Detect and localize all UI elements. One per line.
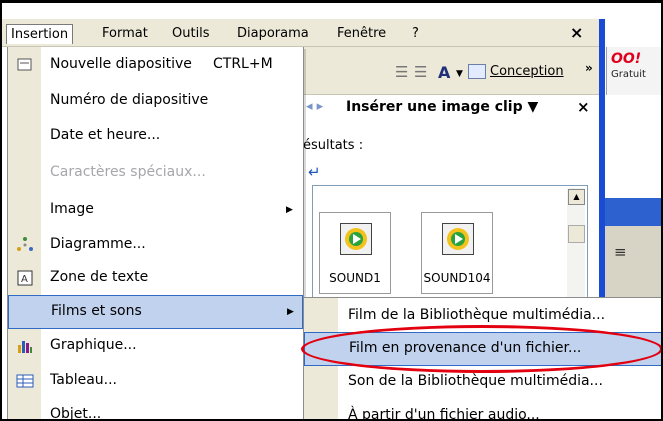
menu-item-tableau[interactable]: Tableau... (8, 365, 303, 399)
menu-item-label: Numéro de diapositive (50, 92, 209, 108)
clip-label: SOUND104 (423, 271, 491, 285)
sound-clip-icon (340, 223, 372, 255)
yahoo-gratuit-label: Gratuit (611, 69, 646, 80)
submenu-arrow-icon: ▶ (286, 205, 293, 215)
task-pane-nav-icon[interactable]: ◂ ▸ (306, 99, 323, 114)
menu-item-label: Films et sons (51, 303, 142, 319)
menu-help[interactable]: ? (412, 24, 419, 44)
toolbar-overflow-icon[interactable]: » (585, 61, 593, 75)
menu-bar: Insertion Format Outils Diaporama Fenêtr… (2, 19, 602, 47)
menu-item-label: Diagramme... (50, 236, 146, 252)
menu-item-label: Caractères spéciaux... (50, 164, 206, 180)
table-icon (16, 372, 34, 390)
submenu-item-fichier-audio[interactable]: À partir d'un fichier audio... (304, 400, 661, 421)
submenu-item-label: Son de la Bibliothèque multimédia... (348, 373, 603, 389)
menu-item-films-sons[interactable]: Films et sons ▶ (8, 295, 303, 329)
task-pane-title[interactable]: Insérer une image clip ▼ (346, 99, 538, 115)
menu-item-numero-diapositive[interactable]: Numéro de diapositive (8, 85, 303, 119)
menu-item-image[interactable]: Image ▶ (8, 194, 303, 228)
menu-insertion[interactable]: Insertion (6, 24, 74, 44)
slide-area-header (605, 198, 661, 226)
menu-item-label: Date et heure... (50, 127, 161, 143)
sound-clip-icon (442, 223, 474, 255)
design-icon[interactable] (468, 64, 486, 79)
clip-gallery: SOUND1 SOUND104 (312, 185, 588, 300)
menu-diaporama[interactable]: Diaporama (237, 24, 309, 44)
menu-item-label: Objet... (50, 406, 102, 421)
menu-item-date-heure[interactable]: Date et heure... (8, 120, 303, 154)
conception-button[interactable]: Conception (490, 61, 564, 83)
task-pane-close-button[interactable]: × (577, 98, 590, 116)
submenu-arrow-icon: ▶ (287, 307, 294, 317)
align-icon[interactable]: ≡ (614, 243, 627, 261)
diagram-icon (16, 236, 34, 254)
submenu-item-label: À partir d'un fichier audio... (348, 407, 540, 421)
menu-item-label: Graphique... (50, 337, 137, 353)
menu-item-objet[interactable]: Objet... (8, 399, 303, 421)
decrease-indent-icon[interactable]: ☰ (395, 63, 408, 81)
menu-outils[interactable]: Outils (172, 24, 210, 44)
menu-item-nouvelle-diapositive[interactable]: Nouvelle diapositive CTRL+M (8, 49, 303, 83)
new-slide-icon (16, 56, 34, 74)
menu-item-label: Nouvelle diapositive (50, 56, 192, 72)
menu-item-label: Zone de texte (50, 269, 149, 285)
submenu-item-label: Film de la Bibliothèque multimédia... (348, 307, 606, 323)
increase-indent-icon[interactable]: ☰ (414, 63, 427, 81)
insertion-menu: Nouvelle diapositive CTRL+M Numéro de di… (7, 47, 304, 421)
menu-item-zone-texte[interactable]: A Zone de texte (8, 262, 303, 296)
clip-label: SOUND1 (329, 271, 381, 285)
clip-sound1[interactable]: SOUND1 (319, 212, 391, 294)
menu-format[interactable]: Format (102, 24, 148, 44)
menu-item-label: Image (50, 201, 94, 217)
clip-sound104[interactable]: SOUND104 (421, 212, 493, 294)
menu-item-label: Tableau... (50, 372, 118, 388)
menu-item-shortcut: CTRL+M (213, 56, 273, 72)
chart-icon (16, 337, 34, 355)
red-highlight-ellipse (301, 325, 661, 373)
textbox-icon: A (16, 269, 34, 287)
yahoo-logo: OO! (611, 51, 642, 67)
yahoo-toolbar[interactable]: OO! Gratuit (606, 47, 661, 95)
menu-item-diagramme[interactable]: Diagramme... (8, 229, 303, 263)
results-label: ésultats : (303, 138, 364, 153)
menu-item-graphique[interactable]: Graphique... (8, 330, 303, 364)
scroll-thumb[interactable] (568, 225, 585, 243)
font-color-dropdown-icon[interactable]: ▼ (456, 69, 463, 79)
back-arrow-icon[interactable]: ↵ (308, 163, 321, 181)
menu-item-caracteres-speciaux[interactable]: Caractères spéciaux... (8, 157, 303, 191)
menu-fenetre[interactable]: Fenêtre (337, 24, 386, 44)
close-menu-button[interactable]: × (570, 23, 583, 42)
svg-text:A: A (21, 274, 28, 285)
scroll-up-button[interactable]: ▲ (568, 189, 585, 205)
font-color-icon[interactable]: A (438, 63, 450, 82)
app-window: Insertion Format Outils Diaporama Fenêtr… (0, 0, 663, 421)
